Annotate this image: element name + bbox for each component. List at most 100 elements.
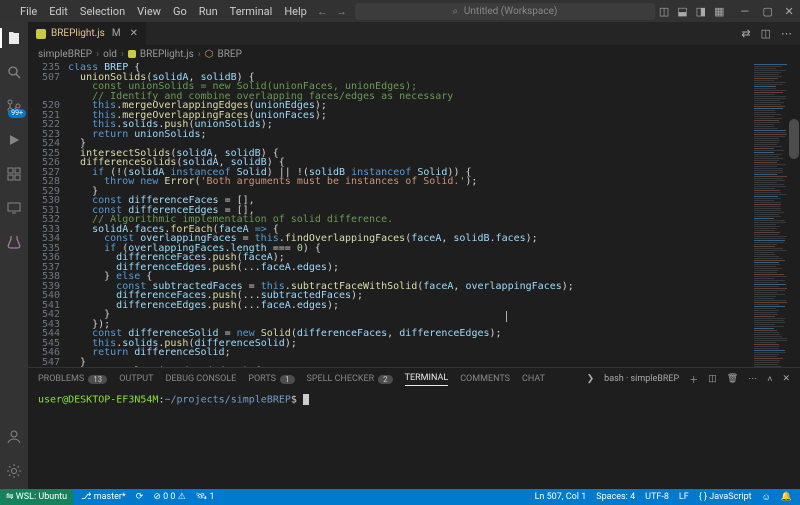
panel-tab-spell-checker[interactable]: SPELL CHECKER 2	[307, 374, 393, 384]
testing-icon[interactable]	[4, 232, 24, 252]
split-terminal-icon[interactable]: ◫	[708, 374, 717, 384]
errwarn-count: 0 0	[163, 492, 175, 502]
source-control-icon[interactable]: 99+	[4, 96, 24, 116]
breadcrumb-seg-0[interactable]: simpleBREP	[38, 49, 92, 60]
terminal-profile-icon: ❯	[587, 374, 595, 384]
menu-edit[interactable]: Edit	[43, 2, 74, 21]
menu-selection[interactable]: Selection	[74, 2, 131, 21]
tab-close-icon[interactable]: ✕	[130, 28, 138, 39]
editor-tab[interactable]: BREPlight.js M ✕	[28, 22, 147, 45]
scrollbar-thumb[interactable]	[789, 119, 799, 159]
window-minimize-icon[interactable]: —	[740, 5, 752, 17]
branch-name: master*	[94, 492, 126, 502]
menu-help[interactable]: Help	[278, 2, 313, 21]
command-center[interactable]: ⌕ Untitled (Workspace)	[355, 3, 655, 20]
maximize-panel-icon[interactable]: ˄	[767, 374, 772, 385]
js-file-icon	[128, 50, 136, 58]
panel-tab-label: SPELL CHECKER	[307, 374, 375, 384]
close-panel-icon[interactable]: ✕	[782, 374, 790, 384]
breadcrumb-seg-2[interactable]: BREPlight.js	[140, 49, 194, 60]
status-feedback-icon[interactable]: ☺	[762, 492, 771, 503]
explorer-icon[interactable]	[4, 28, 24, 48]
bottom-panel: PROBLEMS 13 OUTPUT DEBUG CONSOLE PORTS 1…	[28, 367, 800, 489]
status-language[interactable]: { } JavaScript	[699, 492, 752, 502]
panel-tab-label: OUTPUT	[119, 374, 153, 384]
term-user: user	[38, 395, 62, 406]
code-content[interactable]: class BREP { unionSolids(solidA, solidB)…	[68, 63, 800, 367]
panel-tab-problems[interactable]: PROBLEMS 13	[38, 374, 107, 384]
nav-back-icon[interactable]: ←	[317, 5, 328, 18]
status-indent[interactable]: Spaces: 4	[596, 492, 635, 502]
terminal-cursor	[303, 394, 309, 405]
layout-primary-side-icon[interactable]: ◫	[659, 5, 669, 18]
settings-gear-icon[interactable]	[4, 461, 24, 481]
status-remote[interactable]: ⇋ WSL: Ubuntu	[0, 489, 73, 505]
more-actions-icon[interactable]: ⋯	[781, 27, 792, 40]
text-cursor	[506, 311, 507, 322]
editor-tab-bar: BREPlight.js M ✕ ⇄ ◫ ⋯	[28, 22, 800, 45]
status-branch[interactable]: ⎇ master*	[81, 492, 126, 502]
term-path: ~/projects/simpleBREP	[164, 395, 290, 406]
panel-tab-label: PORTS	[248, 374, 276, 384]
breadcrumb-bar[interactable]: simpleBREP › old › BREPlight.js › ⬡ BREP	[28, 45, 800, 63]
more-terminal-icon[interactable]: ⋯	[748, 374, 757, 384]
status-bar: ⇋ WSL: Ubuntu ⎇ master* ⟳ ⊘ 0 0 ⚠ 🛰 1 Ln…	[0, 489, 800, 505]
terminal-content[interactable]: user@DESKTOP-EF3N54M:~/projects/simpleBR…	[28, 390, 800, 489]
kill-terminal-icon[interactable]: 🗑	[727, 374, 738, 384]
chevron-right-icon: ›	[198, 49, 201, 60]
tab-filename: BREPlight.js	[51, 28, 105, 39]
line-gutter: 235507 520521522523524525526527528529530…	[28, 63, 68, 367]
status-bell-icon[interactable]: 🔔	[781, 492, 792, 502]
breadcrumb-seg-3[interactable]: BREP	[218, 49, 242, 60]
status-encoding[interactable]: UTF-8	[645, 492, 669, 502]
panel-tab-comments[interactable]: COMMENTS	[460, 374, 510, 384]
menu-view[interactable]: View	[131, 2, 167, 21]
panel-tab-ports[interactable]: PORTS 1	[248, 374, 294, 384]
status-eol[interactable]: LF	[679, 492, 689, 502]
run-debug-icon[interactable]	[4, 130, 24, 150]
remote-explorer-icon[interactable]	[4, 198, 24, 218]
extensions-icon[interactable]	[4, 164, 24, 184]
layout-secondary-side-icon[interactable]: ◨	[696, 5, 706, 18]
accounts-icon[interactable]	[4, 427, 24, 447]
port-count: 1	[209, 492, 214, 502]
search-icon: ⌕	[452, 6, 458, 17]
menu-file[interactable]: File	[14, 2, 43, 21]
panel-tab-chat[interactable]: CHAT	[522, 374, 545, 384]
search-activity-icon[interactable]	[4, 62, 24, 82]
customize-layout-icon[interactable]: ▦	[714, 5, 724, 18]
editor-scrollbar[interactable]	[788, 63, 800, 367]
status-problems[interactable]: ⊘ 0 0 ⚠	[153, 492, 185, 502]
problems-count-badge: 13	[88, 375, 107, 384]
split-editor-icon[interactable]: ◫	[761, 27, 771, 40]
terminal-name[interactable]: bash · simpleBREP	[604, 374, 679, 384]
scm-badge: 99+	[8, 109, 26, 118]
term-prompt-char: $	[291, 395, 297, 406]
search-placeholder: Untitled (Workspace)	[464, 6, 557, 17]
status-sync-icon[interactable]: ⟳	[136, 492, 144, 502]
status-cursor-pos[interactable]: Ln 507, Col 1	[535, 492, 587, 502]
chevron-right-icon: ›	[121, 49, 124, 60]
new-terminal-icon[interactable]: ＋	[689, 373, 698, 386]
status-remote-label: WSL: Ubuntu	[16, 492, 67, 502]
compare-changes-icon[interactable]: ⇄	[741, 27, 750, 40]
panel-tab-terminal[interactable]: TERMINAL	[405, 373, 449, 386]
nav-forward-icon[interactable]: →	[336, 5, 347, 18]
layout-panel-icon[interactable]: ⬓	[677, 5, 687, 18]
window-close-icon[interactable]: ✕	[784, 5, 796, 17]
status-ports[interactable]: 🛰 1	[196, 492, 215, 502]
breadcrumb-seg-1[interactable]: old	[103, 49, 117, 60]
panel-tab-output[interactable]: OUTPUT	[119, 374, 153, 384]
menu-run[interactable]: Run	[193, 2, 224, 21]
title-bar: File Edit Selection View Go Run Terminal…	[0, 0, 800, 22]
editor-area[interactable]: 235507 520521522523524525526527528529530…	[28, 63, 800, 367]
panel-tab-debug-console[interactable]: DEBUG CONSOLE	[165, 374, 236, 384]
term-host: DESKTOP-EF3N54M	[68, 395, 158, 406]
menu-go[interactable]: Go	[167, 2, 193, 21]
ports-count-badge: 1	[280, 375, 295, 384]
window-maximize-icon[interactable]: ▢	[762, 5, 774, 17]
minimap[interactable]	[752, 63, 788, 367]
menu-terminal[interactable]: Terminal	[224, 2, 279, 21]
panel-tab-bar: PROBLEMS 13 OUTPUT DEBUG CONSOLE PORTS 1…	[28, 368, 800, 390]
activity-bar: 99+	[0, 22, 28, 489]
